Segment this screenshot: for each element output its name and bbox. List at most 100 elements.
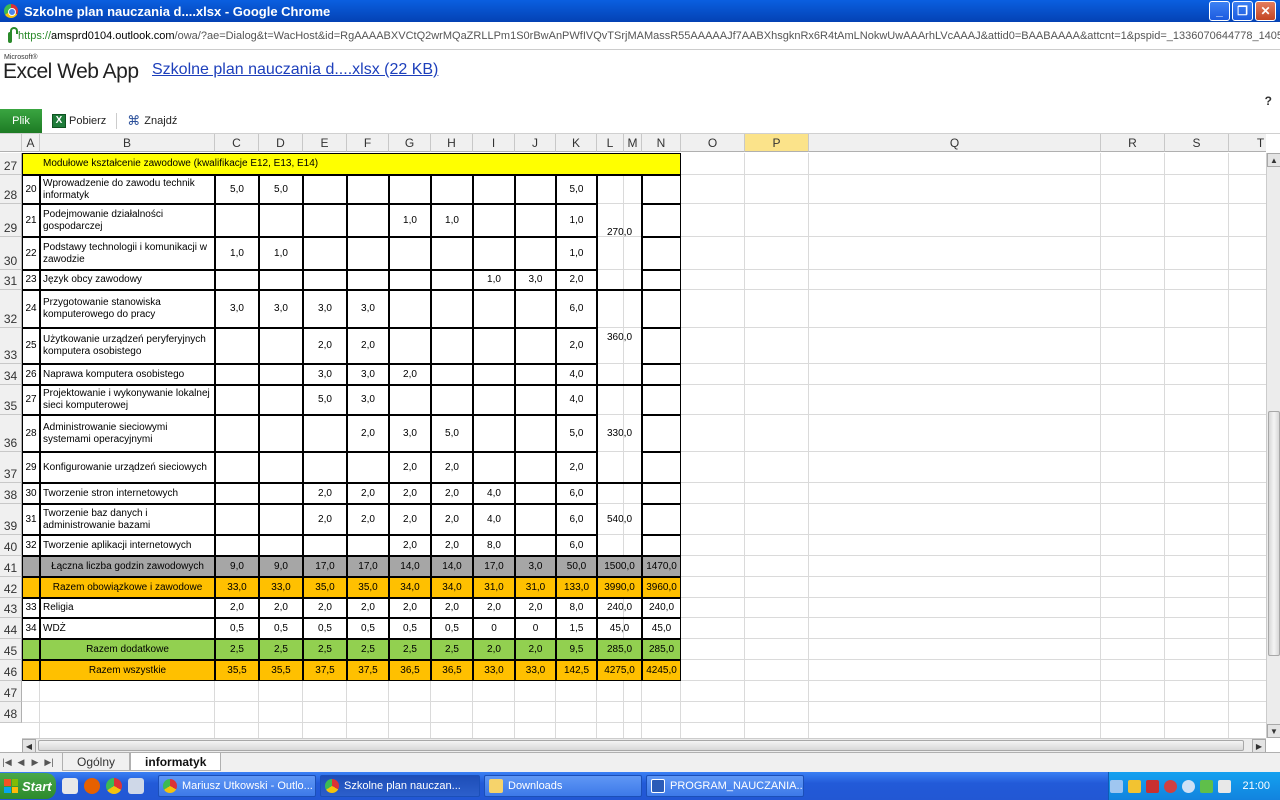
summary-value-cell[interactable]: 8,0 — [556, 598, 597, 618]
row-header[interactable]: 33 — [0, 328, 22, 364]
summary-value-cell[interactable]: 2,5 — [215, 639, 259, 660]
hours-cell[interactable] — [473, 452, 515, 483]
summary-value-cell[interactable]: 0,5 — [303, 618, 347, 639]
row-header[interactable]: 31 — [0, 270, 22, 290]
hours-cell[interactable] — [389, 385, 431, 415]
summary-value-cell[interactable]: 9,5 — [556, 639, 597, 660]
hours-cell[interactable] — [473, 204, 515, 237]
hours-cell[interactable] — [389, 237, 431, 270]
hours-cell[interactable]: 2,0 — [556, 328, 597, 364]
summary-total-cell[interactable]: 285,0 — [597, 639, 642, 660]
hours-cell[interactable]: 3,0 — [347, 364, 389, 385]
hours-cell[interactable]: 5,0 — [431, 415, 473, 452]
row-number-cell[interactable]: 27 — [22, 385, 40, 415]
hours-cell[interactable]: 3,0 — [389, 415, 431, 452]
hours-cell[interactable] — [515, 452, 556, 483]
hours-cell[interactable] — [259, 483, 303, 504]
summary-value-cell[interactable]: 2,5 — [347, 639, 389, 660]
column-header[interactable]: G — [389, 134, 431, 152]
antivirus-icon[interactable] — [1164, 779, 1178, 793]
usb-icon[interactable] — [1200, 779, 1214, 793]
start-button[interactable]: Start — [0, 773, 56, 799]
hours-cell[interactable] — [259, 385, 303, 415]
hours-cell[interactable]: 2,0 — [389, 483, 431, 504]
summary-value-cell[interactable]: 35,0 — [303, 577, 347, 598]
hours-cell[interactable]: 3,0 — [347, 290, 389, 328]
notepad-icon[interactable] — [128, 778, 144, 794]
scroll-down-icon[interactable]: ▼ — [1267, 724, 1280, 738]
row-header[interactable]: 35 — [0, 385, 22, 415]
hours-cell[interactable] — [389, 328, 431, 364]
summary-value-cell[interactable]: 2,0 — [473, 598, 515, 618]
row-header[interactable]: 41 — [0, 556, 22, 577]
file-button[interactable]: Plik — [0, 108, 42, 133]
hours-cell[interactable]: 1,0 — [473, 270, 515, 290]
hours-cell[interactable] — [259, 504, 303, 535]
row-header[interactable]: 40 — [0, 535, 22, 556]
row-header[interactable]: 42 — [0, 577, 22, 598]
hours-cell[interactable]: 6,0 — [556, 535, 597, 556]
summary-value-cell[interactable]: 14,0 — [389, 556, 431, 577]
chrome-icon[interactable] — [106, 778, 122, 794]
summary-value-cell[interactable]: 0 — [473, 618, 515, 639]
taskbar-item-outlook[interactable]: Mariusz Utkowski - Outlo... — [158, 775, 316, 797]
summary-value-cell[interactable]: 2,0 — [515, 639, 556, 660]
hours-cell[interactable]: 6,0 — [556, 504, 597, 535]
total-cell[interactable] — [642, 504, 681, 535]
hours-cell[interactable]: 2,0 — [431, 483, 473, 504]
document-link[interactable]: Szkolne plan nauczania d....xlsx (22 KB) — [152, 61, 438, 79]
download-button[interactable]: X Pobierz — [52, 113, 106, 128]
row-number-cell[interactable]: 23 — [22, 270, 40, 290]
subject-name-cell[interactable]: Podstawy technologii i komunikacji w zaw… — [40, 237, 215, 270]
summary-total-cell[interactable]: 285,0 — [642, 639, 681, 660]
hours-cell[interactable] — [303, 204, 347, 237]
column-header[interactable]: B — [40, 134, 215, 152]
summary-value-cell[interactable]: 14,0 — [431, 556, 473, 577]
summary-value-cell[interactable]: 0,5 — [347, 618, 389, 639]
help-icon[interactable]: ? — [1265, 94, 1272, 108]
hours-cell[interactable]: 6,0 — [556, 290, 597, 328]
find-button[interactable]: ⌘ Znajdź — [127, 113, 177, 128]
summary-value-cell[interactable]: 9,0 — [259, 556, 303, 577]
hours-cell[interactable]: 2,0 — [389, 535, 431, 556]
total-cell[interactable] — [642, 290, 681, 328]
column-header[interactable]: S — [1165, 134, 1229, 152]
summary-label-cell[interactable]: WDŻ — [40, 618, 215, 639]
section-header[interactable]: Modułowe kształcenie zawodowe (kwalifika… — [22, 153, 681, 175]
subject-name-cell[interactable]: Naprawa komputera osobistego — [40, 364, 215, 385]
summary-value-cell[interactable]: 31,0 — [473, 577, 515, 598]
summary-total-cell[interactable]: 45,0 — [642, 618, 681, 639]
hours-cell[interactable] — [259, 452, 303, 483]
subject-name-cell[interactable]: Projektowanie i wykonywanie lokalnej sie… — [40, 385, 215, 415]
summary-value-cell[interactable]: 3,0 — [515, 556, 556, 577]
hours-cell[interactable]: 2,0 — [389, 504, 431, 535]
next-sheet-icon[interactable]: ▶ — [28, 757, 42, 768]
summary-label-cell[interactable]: Razem wszystkie — [40, 660, 215, 681]
hours-cell[interactable]: 4,0 — [556, 385, 597, 415]
hours-cell[interactable] — [347, 535, 389, 556]
summary-value-cell[interactable]: 2,0 — [473, 639, 515, 660]
hours-cell[interactable] — [215, 328, 259, 364]
hours-cell[interactable]: 5,0 — [556, 415, 597, 452]
hours-cell[interactable] — [215, 270, 259, 290]
row-number-cell[interactable]: 29 — [22, 452, 40, 483]
taskbar-item-downloads[interactable]: Downloads — [484, 775, 642, 797]
summary-value-cell[interactable]: 37,5 — [347, 660, 389, 681]
row-header[interactable]: 39 — [0, 504, 22, 535]
subject-name-cell[interactable]: Tworzenie aplikacji internetowych — [40, 535, 215, 556]
hours-cell[interactable] — [259, 328, 303, 364]
summary-value-cell[interactable]: 2,0 — [389, 598, 431, 618]
row-number-cell[interactable]: 33 — [22, 598, 40, 618]
hours-cell[interactable]: 5,0 — [303, 385, 347, 415]
hours-cell[interactable]: 2,0 — [347, 415, 389, 452]
hours-cell[interactable] — [303, 237, 347, 270]
row-number-cell[interactable]: 24 — [22, 290, 40, 328]
hours-cell[interactable] — [303, 452, 347, 483]
hours-cell[interactable] — [515, 535, 556, 556]
summary-value-cell[interactable]: 0,5 — [259, 618, 303, 639]
select-all-corner[interactable] — [0, 134, 22, 152]
hours-cell[interactable] — [473, 328, 515, 364]
hours-cell[interactable] — [389, 270, 431, 290]
subject-name-cell[interactable]: Konfigurowanie urządzeń sieciowych — [40, 452, 215, 483]
row-header[interactable]: 46 — [0, 660, 22, 681]
